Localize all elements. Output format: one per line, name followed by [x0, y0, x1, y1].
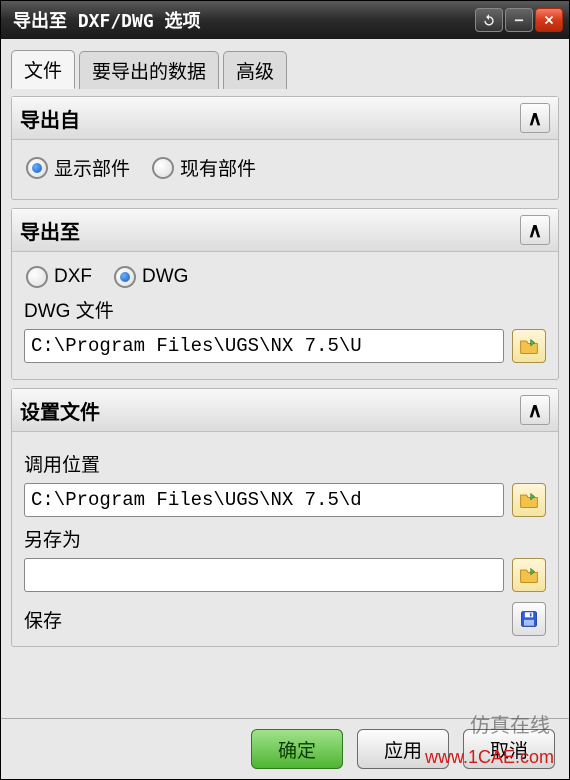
ok-button[interactable]: 确定: [251, 729, 343, 769]
collapse-button[interactable]: ∧: [520, 395, 550, 425]
radio-display-part[interactable]: 显示部件: [26, 154, 130, 181]
radio-existing-part[interactable]: 现有部件: [152, 154, 256, 181]
section-body-export-from: 显示部件 现有部件: [12, 140, 558, 199]
section-title-settings-file: 设置文件: [20, 396, 520, 425]
minimize-button[interactable]: [505, 8, 533, 32]
radio-label: DWG: [142, 266, 188, 288]
browse-button[interactable]: [512, 483, 546, 517]
minimize-icon: [512, 13, 526, 27]
section-header-settings-file[interactable]: 设置文件 ∧: [12, 389, 558, 432]
radio-icon: [152, 157, 174, 179]
section-title-export-to: 导出至: [20, 216, 520, 245]
section-header-export-to[interactable]: 导出至 ∧: [12, 209, 558, 252]
dwg-file-input[interactable]: [24, 329, 504, 363]
radio-dxf[interactable]: DXF: [26, 266, 92, 288]
section-body-settings-file: 调用位置 另存为: [12, 432, 558, 646]
save-row: 保存: [24, 602, 546, 636]
folder-open-icon: [519, 566, 539, 584]
collapse-button[interactable]: ∧: [520, 215, 550, 245]
call-location-row: [24, 483, 546, 517]
collapse-button[interactable]: ∧: [520, 103, 550, 133]
call-location-input[interactable]: [24, 483, 504, 517]
call-location-label: 调用位置: [24, 450, 546, 477]
section-export-from: 导出自 ∧ 显示部件 现有部件: [11, 96, 559, 200]
chevron-up-icon: ∧: [528, 106, 543, 131]
cancel-button[interactable]: 取消: [463, 729, 555, 769]
reset-button[interactable]: [475, 8, 503, 32]
dialog-window: 导出至 DXF/DWG 选项 文件 要导出的数据 高级 导出自: [0, 0, 570, 780]
button-bar: 确定 应用 取消: [1, 718, 569, 779]
chevron-up-icon: ∧: [528, 398, 543, 423]
radio-icon: [26, 157, 48, 179]
dwg-file-label: DWG 文件: [24, 296, 546, 323]
dwg-file-row: [24, 329, 546, 363]
browse-button[interactable]: [512, 558, 546, 592]
section-title-export-from: 导出自: [20, 104, 520, 133]
radio-icon: [26, 266, 48, 288]
radio-group-export-from: 显示部件 现有部件: [26, 154, 546, 181]
titlebar: 导出至 DXF/DWG 选项: [1, 1, 569, 39]
section-settings-file: 设置文件 ∧ 调用位置 另存为: [11, 388, 559, 647]
radio-label: 显示部件: [54, 154, 130, 181]
save-as-label: 另存为: [24, 525, 546, 552]
tab-export-data[interactable]: 要导出的数据: [79, 51, 219, 89]
save-as-row: [24, 558, 546, 592]
section-header-export-from[interactable]: 导出自 ∧: [12, 97, 558, 140]
radio-group-format: DXF DWG: [26, 266, 546, 288]
reset-icon: [482, 13, 496, 27]
window-title: 导出至 DXF/DWG 选项: [7, 7, 473, 33]
tab-advanced[interactable]: 高级: [223, 51, 287, 89]
browse-button[interactable]: [512, 329, 546, 363]
save-as-input[interactable]: [24, 558, 504, 592]
save-label: 保存: [24, 606, 512, 633]
close-icon: [542, 13, 556, 27]
save-button[interactable]: [512, 602, 546, 636]
radio-label: 现有部件: [180, 154, 256, 181]
save-icon: [519, 609, 539, 629]
close-button[interactable]: [535, 8, 563, 32]
folder-open-icon: [519, 491, 539, 509]
dialog-content: 文件 要导出的数据 高级 导出自 ∧ 显示部件: [1, 39, 569, 718]
apply-button[interactable]: 应用: [357, 729, 449, 769]
chevron-up-icon: ∧: [528, 218, 543, 243]
tabs-row: 文件 要导出的数据 高级: [11, 49, 559, 88]
section-export-to: 导出至 ∧ DXF DWG DWG 文件: [11, 208, 559, 380]
tab-file[interactable]: 文件: [11, 50, 75, 89]
radio-icon: [114, 266, 136, 288]
radio-dwg[interactable]: DWG: [114, 266, 188, 288]
radio-label: DXF: [54, 266, 92, 288]
folder-open-icon: [519, 337, 539, 355]
section-body-export-to: DXF DWG DWG 文件: [12, 252, 558, 379]
